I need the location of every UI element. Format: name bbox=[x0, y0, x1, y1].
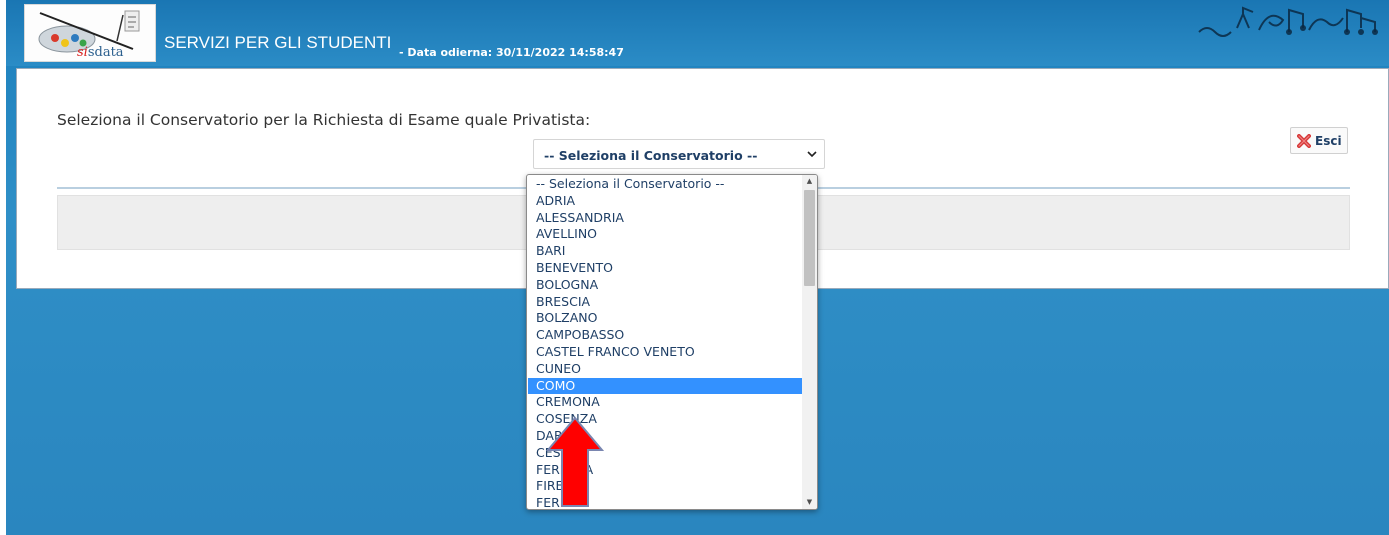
dropdown-option[interactable]: BRESCIA bbox=[528, 294, 802, 311]
logo-brand: sisdata bbox=[77, 45, 124, 60]
dropdown-option[interactable]: BENEVENTO bbox=[528, 260, 802, 277]
scrollbar[interactable]: ▲ ▼ bbox=[802, 175, 817, 509]
conservatorio-select[interactable]: -- Seleziona il Conservatorio -- bbox=[533, 139, 825, 169]
dropdown-option[interactable]: CUNEO bbox=[528, 361, 802, 378]
header: sisdata SERVIZI PER GLI STUDENTI - Data … bbox=[6, 0, 1389, 66]
select-value: -- Seleziona il Conservatorio -- bbox=[544, 148, 758, 163]
music-notes-decoration bbox=[1198, 6, 1378, 37]
scroll-up-arrow[interactable]: ▲ bbox=[802, 175, 817, 188]
scroll-down-arrow[interactable]: ▼ bbox=[802, 496, 817, 509]
dropdown-option[interactable]: -- Seleziona il Conservatorio -- bbox=[528, 176, 802, 193]
exit-label: Esci bbox=[1315, 134, 1342, 148]
red-arrow-annotation bbox=[546, 416, 604, 507]
dropdown-option[interactable]: AVELLINO bbox=[528, 226, 802, 243]
dropdown-option[interactable]: BARI bbox=[528, 243, 802, 260]
page-title: SERVIZI PER GLI STUDENTI bbox=[164, 33, 392, 52]
close-x-icon bbox=[1297, 134, 1311, 148]
dropdown-option[interactable]: BOLZANO bbox=[528, 310, 802, 327]
dropdown-option[interactable]: ADRIA bbox=[528, 193, 802, 210]
dropdown-option[interactable]: ALESSANDRIA bbox=[528, 210, 802, 227]
current-date: - Data odierna: 30/11/2022 14:58:47 bbox=[399, 46, 624, 59]
dropdown-option[interactable]: COMO bbox=[528, 377, 802, 395]
dropdown-option[interactable]: CREMONA bbox=[528, 394, 802, 411]
dropdown-option[interactable]: CAMPOBASSO bbox=[528, 327, 802, 344]
dropdown-option[interactable]: BOLOGNA bbox=[528, 277, 802, 294]
dropdown-option[interactable]: CASTEL FRANCO VENETO bbox=[528, 344, 802, 361]
scroll-thumb[interactable] bbox=[804, 190, 815, 286]
exit-button[interactable]: Esci bbox=[1290, 127, 1348, 154]
prompt-label: Seleziona il Conservatorio per la Richie… bbox=[57, 111, 591, 129]
logo[interactable]: sisdata bbox=[24, 4, 156, 62]
chevron-down-icon bbox=[807, 151, 817, 158]
